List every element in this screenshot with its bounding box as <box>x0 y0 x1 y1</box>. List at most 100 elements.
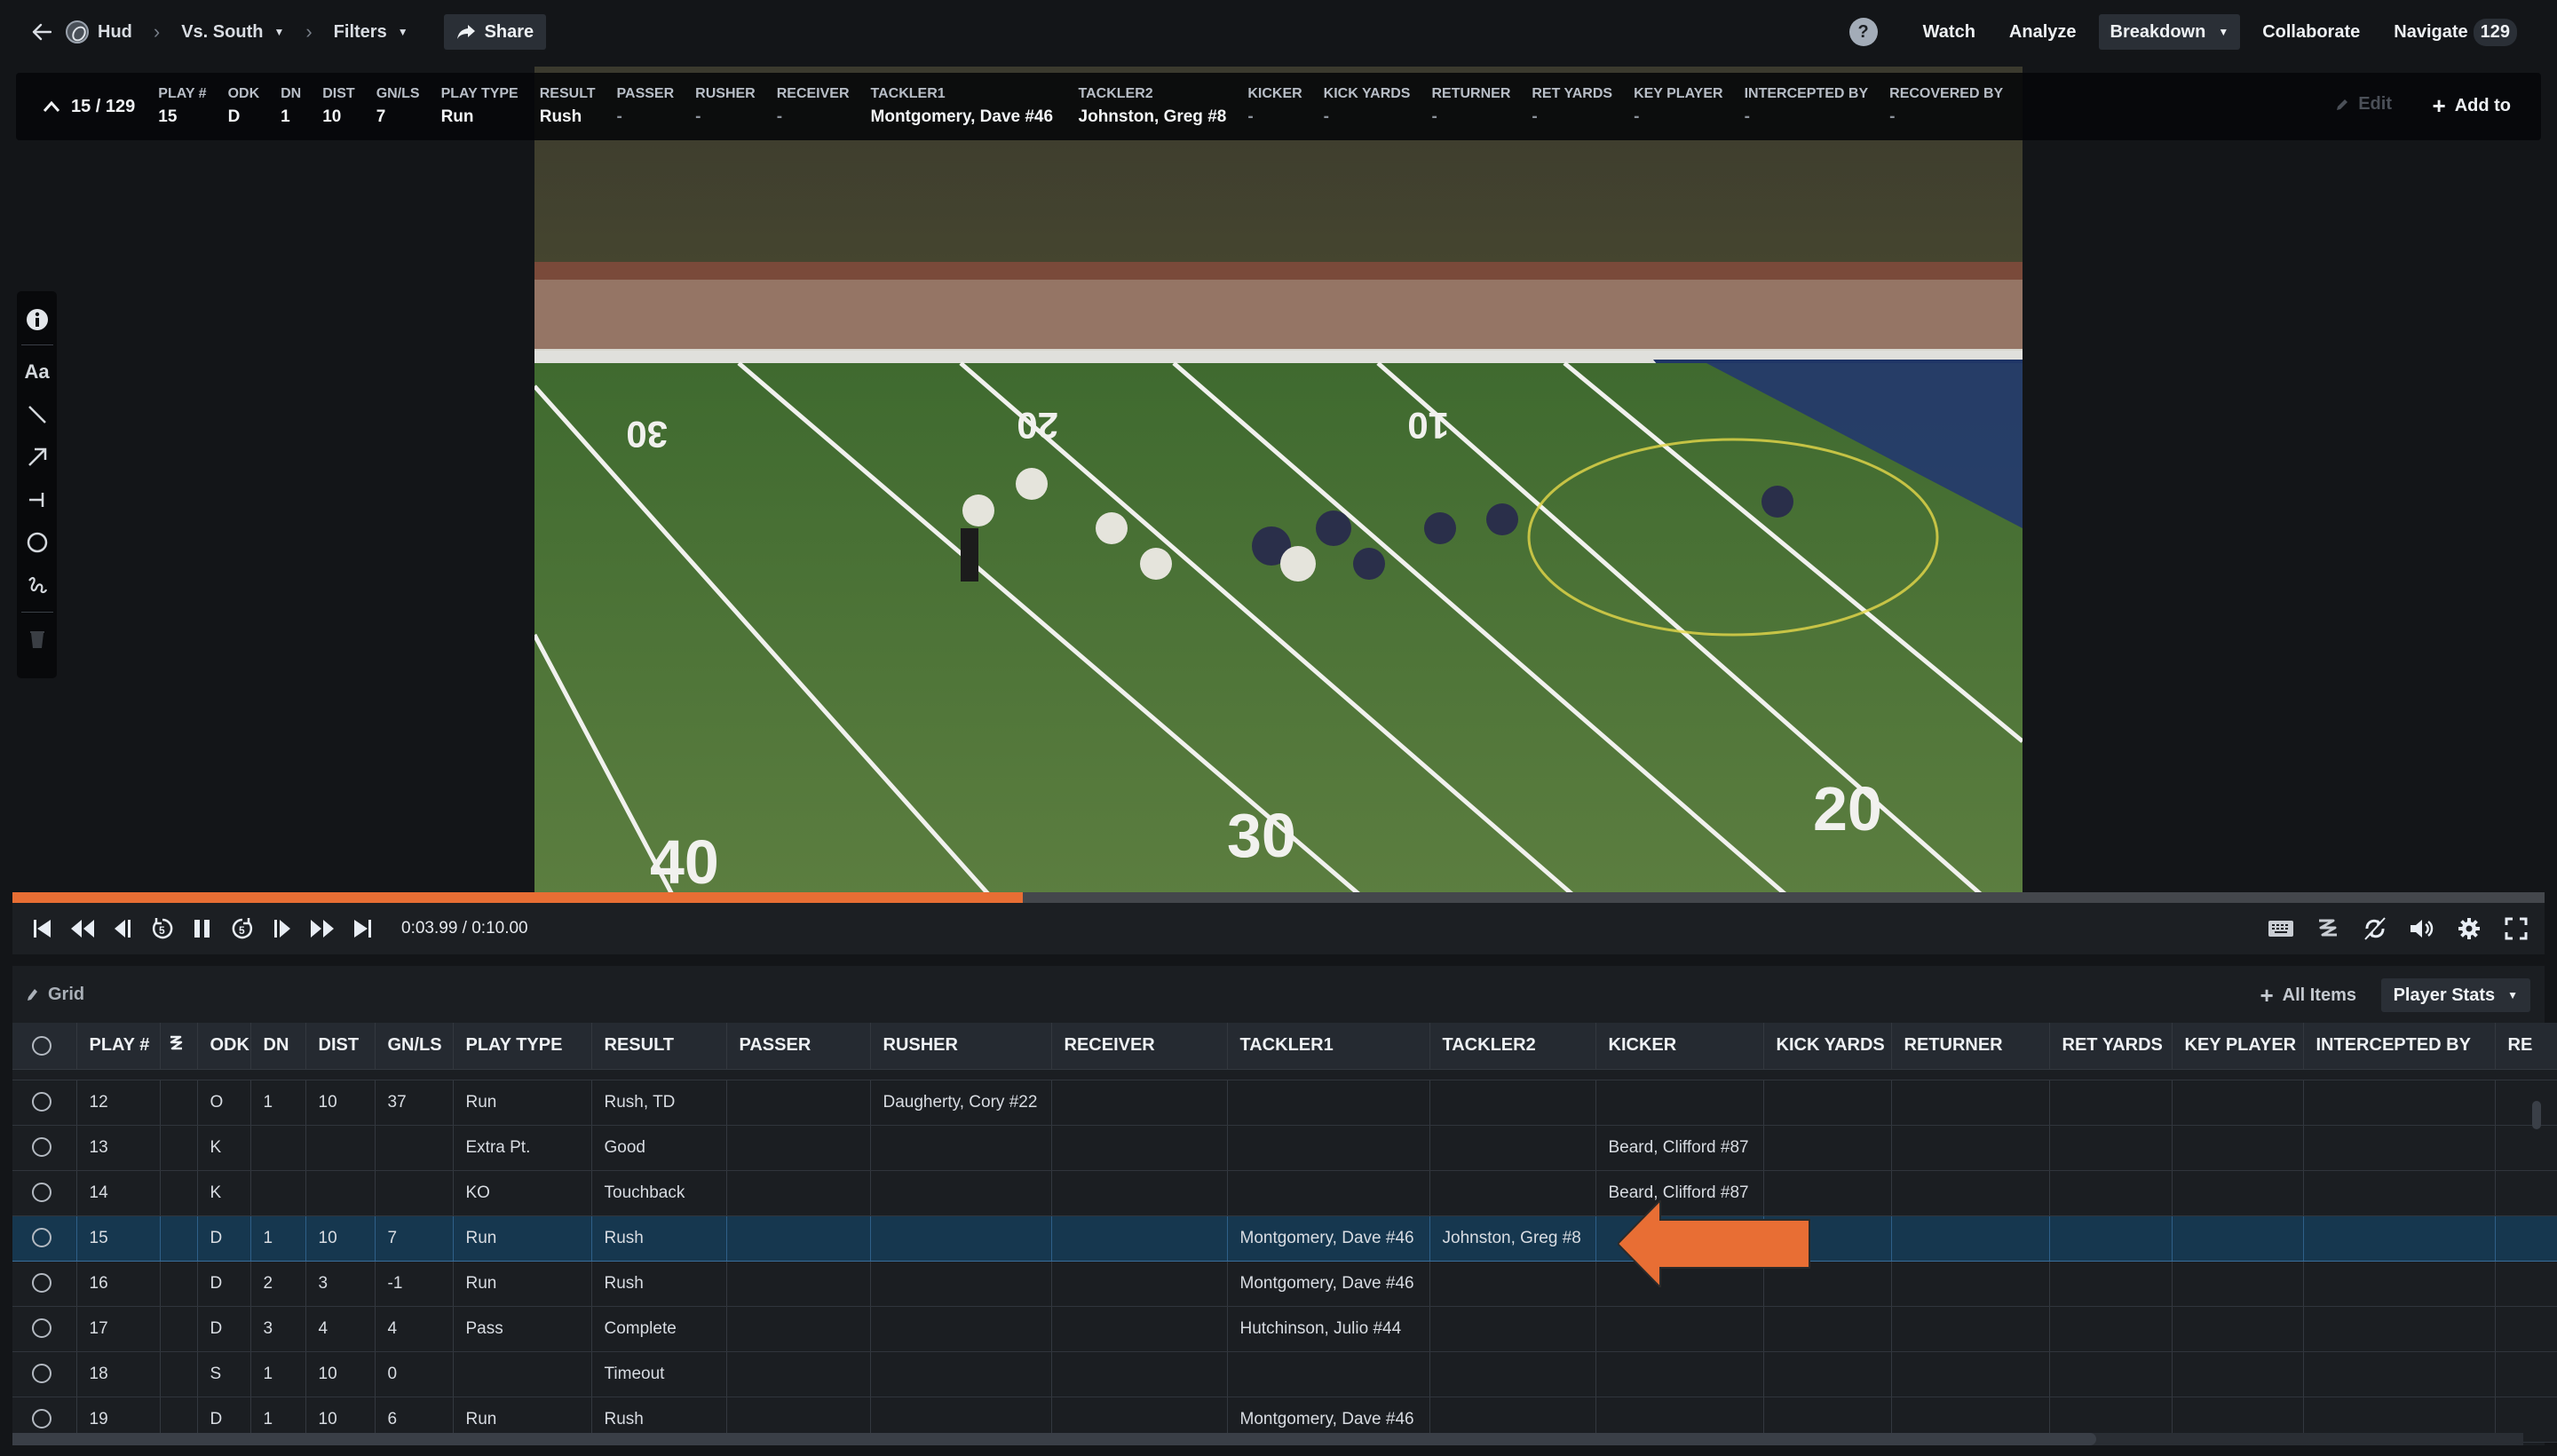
delete-tool[interactable] <box>21 618 53 661</box>
cell-rusher[interactable]: Daugherty, Cory #22 <box>870 1080 1052 1126</box>
cell-rusher[interactable] <box>870 1170 1052 1216</box>
video-player[interactable]: 30 20 10 40 30 20 <box>534 67 2023 903</box>
cell-empty[interactable] <box>2049 1170 2173 1216</box>
cell-dist[interactable]: 3 <box>305 1261 376 1307</box>
cell-kicker[interactable] <box>1595 1351 1764 1397</box>
column-header-receiver[interactable]: RECEIVER <box>1051 1023 1228 1070</box>
cell-play[interactable]: 15 <box>76 1215 161 1262</box>
cell-passer[interactable] <box>726 1306 871 1352</box>
row-select-checkbox[interactable] <box>12 1306 77 1352</box>
cell-play-type[interactable]: Run <box>453 1080 592 1126</box>
cell-dist[interactable]: 10 <box>305 1351 376 1397</box>
table-row[interactable]: 17 D 3 4 4 Pass Complete Hutchinson, Julio #44 <box>12 1306 2557 1352</box>
cell-passer[interactable] <box>726 1080 871 1126</box>
all-items-button[interactable]: + All Items <box>2260 978 2356 1012</box>
cell-result[interactable]: Complete <box>591 1306 727 1352</box>
cell-odk[interactable]: D <box>197 1215 251 1262</box>
table-row[interactable]: 18 S 1 10 0 Timeout <box>12 1351 2557 1397</box>
column-header-telestration[interactable] <box>160 1023 198 1070</box>
cell-dn[interactable]: 2 <box>250 1261 306 1307</box>
cell-rusher[interactable] <box>870 1306 1052 1352</box>
column-header-rusher[interactable]: RUSHER <box>870 1023 1052 1070</box>
cell-empty[interactable] <box>1891 1261 2050 1307</box>
cell-result[interactable]: Good <box>591 1125 727 1171</box>
nav-watch[interactable]: Watch <box>1912 14 1987 50</box>
row-select-checkbox[interactable] <box>12 1125 77 1171</box>
cell-tackler1[interactable]: Montgomery, Dave #46 <box>1227 1261 1430 1307</box>
cell-tackler1[interactable] <box>1227 1125 1430 1171</box>
table-row[interactable]: 13 K Extra Pt. Good Beard, Clifford #87 <box>12 1125 2557 1171</box>
cell-rusher[interactable] <box>870 1215 1052 1262</box>
cell-tackler1[interactable]: Hutchinson, Julio #44 <box>1227 1306 1430 1352</box>
cell-empty[interactable] <box>2049 1125 2173 1171</box>
vertical-scrollbar[interactable] <box>2532 1101 2541 1129</box>
column-header-dist[interactable]: DIST <box>305 1023 376 1070</box>
breadcrumb-game[interactable]: Vs. South ▼ <box>181 22 284 43</box>
column-header-tackler1[interactable]: TACKLER1 <box>1227 1023 1430 1070</box>
cell-tackler1[interactable] <box>1227 1170 1430 1216</box>
cell-tackler2[interactable] <box>1429 1170 1596 1216</box>
column-header-tackler2[interactable]: TACKLER2 <box>1429 1023 1596 1070</box>
info-button[interactable] <box>21 300 53 339</box>
cell-empty[interactable] <box>1891 1215 2050 1262</box>
cell-result[interactable]: Touchback <box>591 1170 727 1216</box>
cell-empty[interactable] <box>1891 1125 2050 1171</box>
cell-empty[interactable] <box>2049 1080 2173 1126</box>
cell-empty[interactable] <box>2495 1080 2557 1126</box>
t-bar-tool[interactable] <box>21 479 53 521</box>
cell-empty[interactable] <box>2172 1351 2304 1397</box>
cell-empty[interactable] <box>2172 1215 2304 1262</box>
cell-empty[interactable] <box>2495 1261 2557 1307</box>
cell-empty[interactable] <box>1763 1080 1892 1126</box>
cell-play-type[interactable]: Run <box>453 1261 592 1307</box>
freehand-tool[interactable] <box>21 564 53 606</box>
cell-odk[interactable]: D <box>197 1306 251 1352</box>
cell-odk[interactable]: O <box>197 1080 251 1126</box>
cell-tackler2[interactable] <box>1429 1125 1596 1171</box>
column-header-dn[interactable]: DN <box>250 1023 306 1070</box>
cell-gnls[interactable] <box>375 1170 454 1216</box>
row-select-checkbox[interactable] <box>12 1215 77 1262</box>
edit-button[interactable]: Edit <box>2335 94 2392 115</box>
text-tool[interactable]: Aa <box>21 351 53 393</box>
column-header-returner[interactable]: RETURNER <box>1891 1023 2050 1070</box>
cell-result[interactable]: Rush <box>591 1261 727 1307</box>
cell-rusher[interactable] <box>870 1125 1052 1171</box>
cell-gnls[interactable]: 7 <box>375 1215 454 1262</box>
cell-telestration[interactable] <box>160 1125 198 1171</box>
cell-result[interactable]: Timeout <box>591 1351 727 1397</box>
cell-play[interactable]: 13 <box>76 1125 161 1171</box>
cell-empty[interactable] <box>2303 1170 2496 1216</box>
cell-dist[interactable]: 4 <box>305 1306 376 1352</box>
cell-empty[interactable] <box>1891 1351 2050 1397</box>
cell-empty[interactable] <box>1891 1306 2050 1352</box>
cell-receiver[interactable] <box>1051 1125 1228 1171</box>
column-header-passer[interactable]: PASSER <box>726 1023 871 1070</box>
cell-dist[interactable]: 10 <box>305 1215 376 1262</box>
cell-play-type[interactable]: KO <box>453 1170 592 1216</box>
cell-tackler2[interactable]: Johnston, Greg #8 <box>1429 1215 1596 1262</box>
cell-odk[interactable]: S <box>197 1351 251 1397</box>
cell-tackler1[interactable]: Montgomery, Dave #46 <box>1227 1215 1430 1262</box>
video-progress-bar[interactable] <box>12 892 2545 903</box>
cell-telestration[interactable] <box>160 1306 198 1352</box>
cell-empty[interactable] <box>2495 1351 2557 1397</box>
cell-tackler2[interactable] <box>1429 1306 1596 1352</box>
column-header-intercepted-by[interactable]: INTERCEPTED BY <box>2303 1023 2496 1070</box>
nav-navigate[interactable]: Navigate 129 <box>2382 14 2529 50</box>
cell-play[interactable]: 18 <box>76 1351 161 1397</box>
table-row[interactable]: 15 D 1 10 7 Run Rush Montgomery, Dave #46 Johnst… <box>12 1215 2557 1262</box>
cell-play[interactable]: 14 <box>76 1170 161 1216</box>
table-row[interactable]: 12 O 1 10 37 Run Rush, TD Daugherty, Cory #22 <box>12 1080 2557 1126</box>
cell-odk[interactable]: D <box>197 1261 251 1307</box>
cell-dist[interactable]: 10 <box>305 1080 376 1126</box>
row-select-checkbox[interactable] <box>12 1351 77 1397</box>
cell-play[interactable]: 16 <box>76 1261 161 1307</box>
column-header-play-type[interactable]: PLAY TYPE <box>453 1023 592 1070</box>
cell-dn[interactable] <box>250 1170 306 1216</box>
cell-empty[interactable] <box>2049 1351 2173 1397</box>
cell-empty[interactable] <box>2172 1306 2304 1352</box>
add-to-button[interactable]: + Add to <box>2433 94 2512 117</box>
cell-telestration[interactable] <box>160 1261 198 1307</box>
cell-empty[interactable] <box>2303 1125 2496 1171</box>
